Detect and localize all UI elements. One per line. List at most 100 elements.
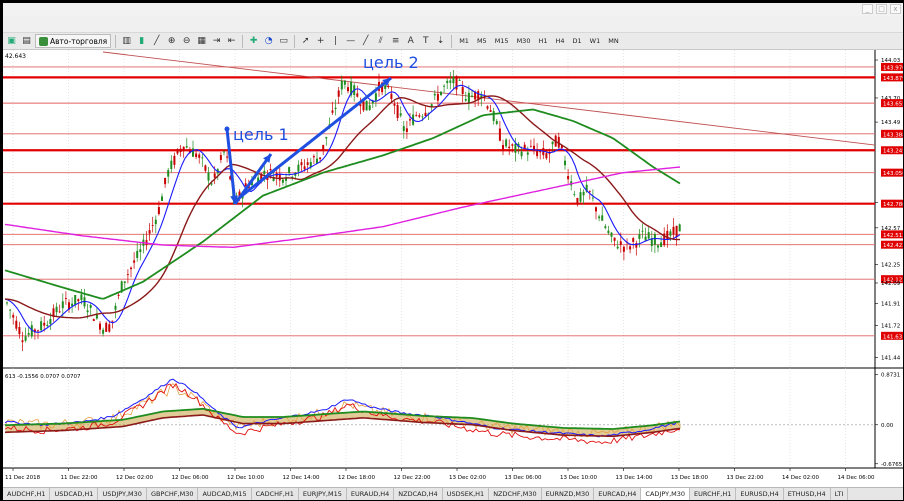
candle-body — [359, 104, 362, 107]
price-tag-label: 143.245 — [883, 149, 903, 155]
candle-body — [619, 241, 622, 245]
chart-shift-icon[interactable]: ⇤ — [225, 35, 238, 48]
horizontal-line-icon[interactable]: — — [344, 35, 357, 48]
candle-body — [322, 144, 325, 151]
new-order-icon[interactable]: ▣ — [5, 35, 18, 48]
time-axis-label: 12 Dec 10:00 — [227, 475, 264, 481]
candle-body — [505, 139, 508, 147]
candles-icon[interactable]: ▮ — [135, 35, 148, 48]
candle-body — [567, 175, 570, 180]
time-axis-label: 12 Dec 22:00 — [394, 475, 431, 481]
candle-body — [201, 157, 204, 159]
chart-tab[interactable]: LTI — [831, 488, 849, 500]
trendline-icon[interactable]: ╱ — [359, 35, 372, 48]
price-axis-label: 141.91 — [881, 302, 900, 308]
vertical-line-icon[interactable]: | — [329, 35, 342, 48]
price-chart[interactable]: цель 1цель 242.643144.03143.970143.87914… — [3, 50, 903, 487]
crosshair-icon[interactable]: + — [314, 35, 327, 48]
chart-tab[interactable]: EURUSD,H4 — [736, 488, 784, 500]
candle-body — [204, 165, 207, 171]
label-icon[interactable]: T — [419, 35, 432, 48]
price-tag-label: 142.423 — [883, 243, 903, 249]
autotrade-button[interactable]: Авто-торговля — [35, 34, 112, 48]
time-axis-label: 12 Dec 02:00 — [116, 475, 153, 481]
zoom-out-icon[interactable]: ⊖ — [180, 35, 193, 48]
text-icon[interactable]: A — [404, 35, 417, 48]
templates-icon[interactable]: ▭ — [277, 35, 290, 48]
chart-tab[interactable]: EURNZD,M30 — [542, 488, 595, 500]
timeframe-h1[interactable]: H1 — [535, 35, 550, 48]
candle-body — [161, 196, 163, 201]
candle-body — [173, 155, 176, 165]
candle-body — [604, 226, 607, 228]
timeframe-mn[interactable]: MN — [605, 35, 621, 48]
zoom-in-icon[interactable]: ⊕ — [165, 35, 178, 48]
chart-tab[interactable]: EURJPY,M15 — [299, 488, 347, 500]
chart-tab[interactable]: GBPCHF,M30 — [147, 488, 199, 500]
autotrade-label: Авто-торговля — [50, 36, 108, 46]
candle-body — [331, 110, 334, 113]
candle-body — [21, 340, 24, 343]
annotation-target2: цель 2 — [363, 53, 419, 72]
chart-tab[interactable]: CADCHF,H1 — [252, 488, 299, 500]
candle-body — [464, 99, 467, 101]
maximize-button[interactable]: □ — [876, 4, 887, 14]
candle-body — [467, 92, 470, 103]
tile-windows-icon[interactable]: ▦ — [195, 35, 208, 48]
price-tag-label: 143.388 — [883, 132, 903, 138]
periods-icon[interactable]: ◔ — [262, 35, 275, 48]
candle-body — [40, 321, 43, 331]
candle-body — [387, 86, 390, 88]
chart-tab[interactable]: EURCAD,H4 — [594, 488, 642, 500]
chart-tab[interactable]: NZDCHF,M30 — [489, 488, 542, 500]
timeframe-d1[interactable]: D1 — [570, 35, 585, 48]
chart-tab[interactable]: AUDCHF,H1 — [3, 488, 51, 500]
arrows-icon[interactable]: ⇣ — [434, 35, 447, 48]
candle-body — [27, 333, 30, 335]
candle-body — [46, 324, 49, 327]
cursor-icon[interactable]: ➚ — [299, 35, 312, 48]
chart-tab[interactable]: USDSEK,H1 — [443, 488, 490, 500]
indicators-icon[interactable]: ✚ — [247, 35, 260, 48]
candle-body — [179, 148, 182, 152]
timeframe-w1[interactable]: W1 — [587, 35, 604, 48]
terminal-icon[interactable]: ▤ — [20, 35, 33, 48]
line-chart-icon[interactable]: ╱ — [150, 35, 163, 48]
chart-tab[interactable]: AUDCAD,M15 — [198, 488, 252, 500]
toolbar-separator — [294, 34, 296, 48]
indicator-axis-label: -0.6765 — [881, 462, 903, 468]
close-button[interactable]: x — [890, 4, 901, 14]
bar-chart-icon[interactable]: ▥ — [120, 35, 133, 48]
timeframe-h4[interactable]: H4 — [553, 35, 568, 48]
candle-body — [300, 162, 303, 166]
timeframe-m15[interactable]: M15 — [492, 35, 512, 48]
candle-body — [80, 294, 83, 301]
chart-tab[interactable]: CADJPY,M30 — [641, 488, 691, 500]
minimize-button[interactable]: _ — [862, 4, 873, 14]
price-tag-label: 142.513 — [883, 233, 903, 239]
chart-tab[interactable]: EURAUD,H4 — [347, 488, 395, 500]
channel-icon[interactable]: ⫽ — [374, 35, 387, 48]
candle-body — [595, 207, 597, 212]
toolbar-separator — [115, 34, 117, 48]
chart-canvas[interactable]: цель 1цель 242.643144.03143.970143.87914… — [3, 50, 903, 487]
timeframe-m1[interactable]: M1 — [456, 35, 472, 48]
chart-tab[interactable]: USDJPY,M30 — [98, 488, 147, 500]
candle-body — [111, 320, 114, 322]
candle-body — [399, 113, 402, 116]
timeframe-m5[interactable]: M5 — [474, 35, 490, 48]
chart-tab[interactable]: ETHUSD,H4 — [784, 488, 831, 500]
candle-body — [514, 143, 517, 153]
candle-body — [418, 115, 421, 117]
timeframe-m30[interactable]: M30 — [514, 35, 534, 48]
fibonacci-icon[interactable]: ≡ — [389, 35, 402, 48]
chart-tab[interactable]: EURCHF,H1 — [690, 488, 737, 500]
candle-body — [511, 144, 514, 146]
autoscroll-icon[interactable]: ⇥ — [210, 35, 223, 48]
chart-tab[interactable]: NZDCAD,H4 — [394, 488, 443, 500]
chart-tab[interactable]: USDCAD,H1 — [50, 488, 99, 500]
candle-body — [368, 105, 371, 110]
candle-body — [529, 145, 532, 147]
price-axis-label: 141.72 — [881, 323, 900, 329]
candle-body — [424, 112, 427, 117]
